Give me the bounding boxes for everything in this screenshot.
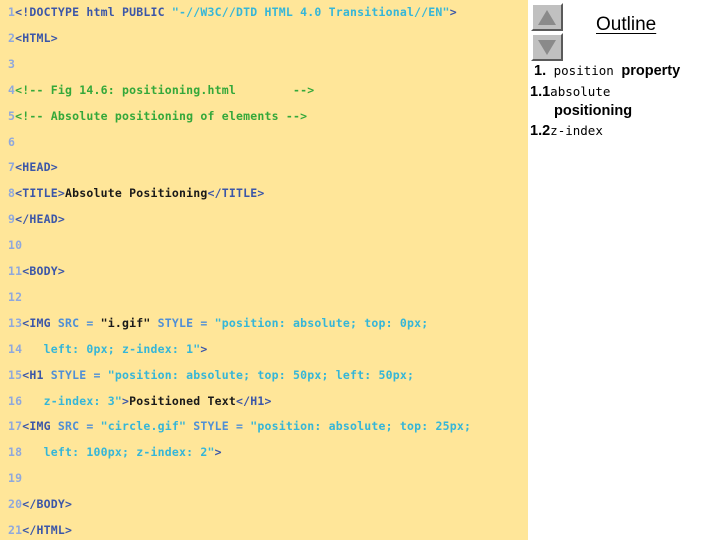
code-line: 10 xyxy=(8,239,22,252)
code-listing-panel: 1<!DOCTYPE html PUBLIC "-//W3C//DTD HTML… xyxy=(0,0,528,540)
code-line: 8<TITLE>Absolute Positioning</TITLE> xyxy=(8,187,264,200)
code-line: 4<!-- Fig 14.6: positioning.html --> xyxy=(8,82,315,97)
code-line-number: 17 xyxy=(8,419,23,434)
code-token-tag: <IMG xyxy=(22,419,58,434)
code-token-tag: <HEAD> xyxy=(15,160,58,175)
code-line: 11<BODY> xyxy=(8,265,65,278)
code-line: 17<IMG SRC = "circle.gif" STYLE = "posit… xyxy=(8,420,471,433)
outline-title: Outline xyxy=(596,14,657,35)
code-line: 12 xyxy=(8,289,23,304)
code-line: 5<!-- Absolute positioning of elements -… xyxy=(8,108,308,123)
code-token-val: "circle.gif" xyxy=(100,419,187,434)
outline-item[interactable]: 1. position property xyxy=(530,61,720,81)
code-token-tag: > xyxy=(214,445,222,460)
code-line-number: 6 xyxy=(8,134,16,149)
code-token-attr: STYLE = xyxy=(50,367,108,382)
code-line: 18 left: 100px; z-index: 2"> xyxy=(8,446,222,459)
code-token-val: z-index: 3" xyxy=(22,393,122,408)
triangle-up-icon xyxy=(538,9,556,25)
code-token-attr: SRC = xyxy=(57,315,101,330)
code-line: 16 z-index: 3">Positioned Text</H1> xyxy=(8,393,272,408)
outline-item-label-continued: positioning xyxy=(554,103,633,119)
code-token-val: "position: absolute; top: 25px; xyxy=(250,419,472,434)
code-token-tag: <TITLE> xyxy=(15,186,65,201)
code-token-tag: <IMG xyxy=(22,315,58,330)
outline-list: 1. position property 1.1absolute positioni… xyxy=(530,61,720,142)
code-token-tag: </HTML> xyxy=(22,523,73,537)
scroll-down-button[interactable] xyxy=(531,33,563,61)
code-token-txt: "i.gif" xyxy=(100,315,151,330)
code-token-tag: > xyxy=(200,341,208,356)
code-token-tag: </HEAD> xyxy=(15,212,65,227)
code-line-number: 3 xyxy=(8,56,16,71)
outline-item-label: absolute xyxy=(550,84,611,99)
code-line-number: 21 xyxy=(8,523,23,537)
code-line: 1<!DOCTYPE html PUBLIC "-//W3C//DTD HTML… xyxy=(8,6,457,19)
code-line: 3 xyxy=(8,56,16,71)
code-line-number: 20 xyxy=(8,497,23,512)
code-line: 13<IMG SRC = "i.gif" STYLE = "position: … xyxy=(8,315,429,330)
outline-item-number: 1. xyxy=(534,63,547,79)
code-token-val: "-//W3C//DTD HTML 4.0 Transitional//EN" xyxy=(171,5,450,19)
code-token-attr: STYLE = xyxy=(186,419,251,434)
code-token-val: left: 0px; z-index: 1" xyxy=(22,341,201,356)
code-line: 19 xyxy=(8,472,22,485)
code-line: 2<HTML> xyxy=(8,30,58,45)
code-line: 7<HEAD> xyxy=(8,161,58,174)
code-token-tag: </TITLE> xyxy=(207,186,265,201)
code-line-number: 11 xyxy=(8,264,23,278)
code-token-tag: <BODY> xyxy=(22,264,65,278)
code-token-tag: <!DOCTYPE html PUBLIC xyxy=(15,5,172,19)
code-token-val: "position: absolute; top: 0px; xyxy=(214,315,429,330)
code-token-txt: Positioned Text xyxy=(129,393,236,408)
code-line: 9</HEAD> xyxy=(8,213,65,226)
outline-item-number: 1.2 xyxy=(530,123,551,139)
code-line: 6 xyxy=(8,134,16,149)
code-line-number: 12 xyxy=(8,289,23,304)
code-line-number: 13 xyxy=(8,315,23,330)
outline-item-number: 1.1 xyxy=(530,84,551,100)
code-token-tag: > xyxy=(449,5,457,19)
code-token-tag: </BODY> xyxy=(22,497,73,512)
code-line-number: 18 xyxy=(8,445,23,460)
code-token-txt: Absolute Positioning xyxy=(65,186,208,201)
code-line: 15<H1 STYLE = "position: absolute; top: … xyxy=(8,367,415,382)
code-line: 21</HTML> xyxy=(8,524,72,537)
code-token-cmt: <!-- Absolute positioning of elements --… xyxy=(15,108,308,123)
code-line-number: 14 xyxy=(8,341,23,356)
outline-nav-buttons xyxy=(531,3,565,63)
code-line-number: 19 xyxy=(8,471,23,486)
outline-item-label: position xyxy=(546,63,622,78)
code-token-attr: STYLE = xyxy=(150,315,215,330)
code-token-cmt: <!-- Fig 14.6: positioning.html --> xyxy=(15,82,315,97)
code-token-tag: <H1 xyxy=(22,367,51,382)
code-line-number: 15 xyxy=(8,367,23,382)
code-line-number: 16 xyxy=(8,393,23,408)
outline-item[interactable]: 1.2z-index xyxy=(530,121,720,141)
code-token-tag: </H1> xyxy=(235,393,272,408)
code-token-tag: <HTML> xyxy=(15,30,58,45)
code-line: 14 left: 0px; z-index: 1"> xyxy=(8,341,208,356)
code-line-number: 10 xyxy=(8,238,23,253)
scroll-up-button[interactable] xyxy=(531,3,563,31)
outline-item-label: z-index xyxy=(550,123,603,138)
outline-panel: Outline 1. position property 1.1absolute p… xyxy=(528,0,720,540)
code-token-attr: SRC = xyxy=(57,419,101,434)
code-line: 20</BODY> xyxy=(8,498,72,511)
outline-item-label: property xyxy=(621,63,681,79)
outline-item[interactable]: 1.1absolute positioning xyxy=(530,82,720,120)
code-token-val: "position: absolute; top: 50px; left: 50… xyxy=(107,367,415,382)
triangle-down-icon xyxy=(538,39,556,55)
code-token-val: left: 100px; z-index: 2" xyxy=(22,445,215,460)
